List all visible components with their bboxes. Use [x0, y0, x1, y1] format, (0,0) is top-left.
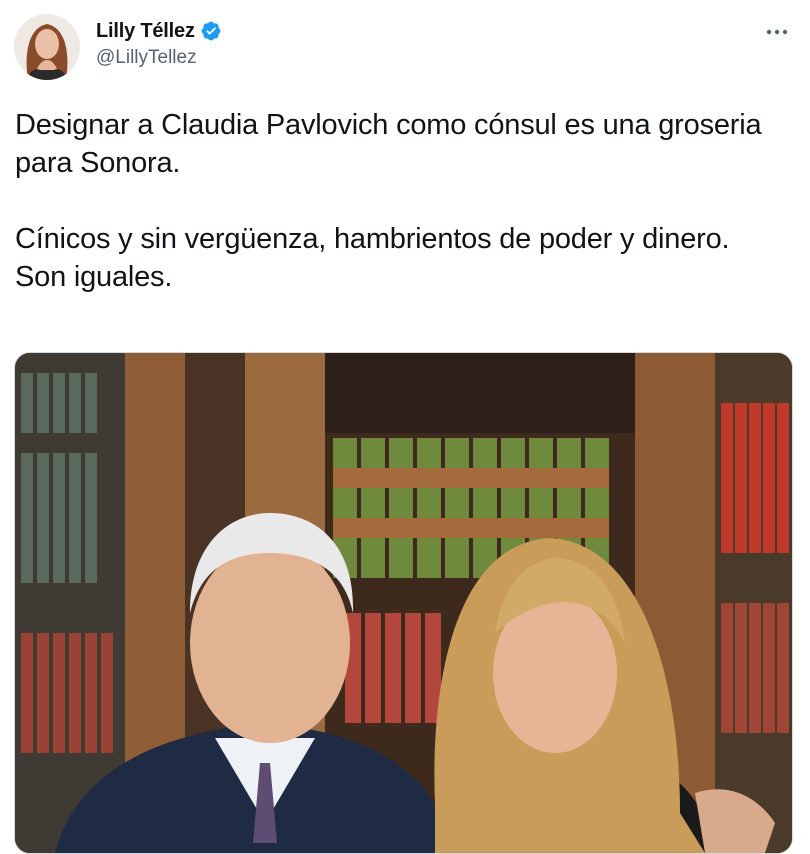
avatar-image — [14, 14, 80, 80]
verified-badge-icon — [200, 20, 222, 42]
author-handle[interactable]: @LillyTellez — [96, 47, 222, 69]
author-avatar[interactable] — [14, 14, 80, 80]
tweet-text-line: Designar a Claudia Pavlovich como cónsul… — [15, 109, 762, 179]
tweet-text: Designar a Claudia Pavlovich como cónsul… — [15, 106, 785, 296]
photo-image — [15, 353, 792, 853]
author-name-row: Lilly Téllez — [96, 18, 222, 44]
author-display-name[interactable]: Lilly Téllez — [96, 20, 195, 43]
tweet-photo[interactable] — [14, 352, 793, 854]
tweet-text-line: Son iguales. — [15, 261, 173, 293]
author-info: Lilly Téllez @LillyTellez — [96, 18, 222, 69]
more-options-icon — [766, 29, 788, 35]
tweet: Lilly Téllez @LillyTellez Designar a Cla… — [0, 0, 810, 854]
tweet-text-line: Cínicos y sin vergüenza, hambrientos de … — [15, 223, 730, 255]
more-options-button[interactable] — [762, 20, 792, 44]
